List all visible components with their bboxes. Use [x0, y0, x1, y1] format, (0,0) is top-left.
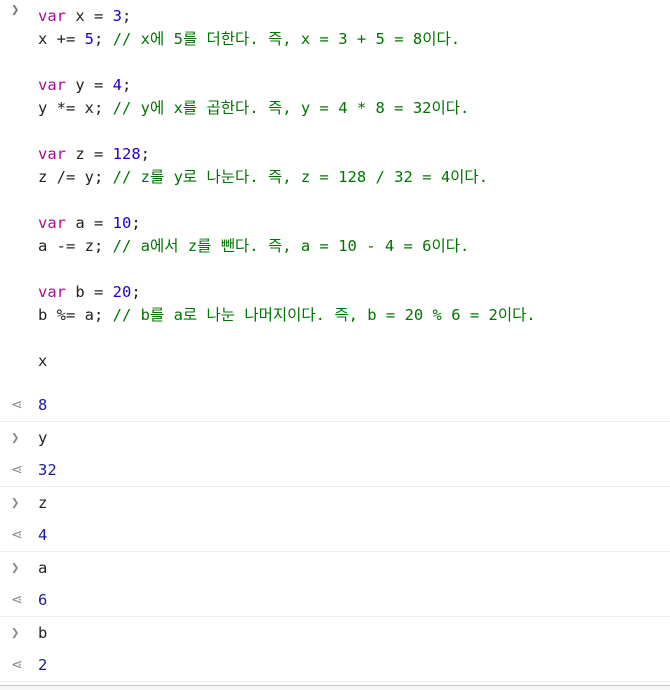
code-token: var [38, 145, 66, 163]
result-value: 2 [38, 656, 48, 674]
code-token: var [38, 214, 66, 232]
input-row: ❯ z [0, 487, 670, 519]
code-line: var a = 10; [0, 212, 670, 235]
code-line: x += 5; // x에 5를 더한다. 즉, x = 3 + 5 = 8이다… [0, 28, 670, 51]
result-row: ⋖ 4 [0, 519, 670, 552]
code-token: 5 [84, 30, 95, 48]
return-arrow-icon: ⋖ [11, 462, 23, 478]
code-token: ; [140, 145, 151, 163]
input-row: ❯ b [0, 617, 670, 649]
return-arrow-icon: ⋖ [11, 657, 23, 673]
chevron-right-icon: ❯ [11, 495, 20, 511]
return-arrow-icon: ⋖ [11, 397, 23, 413]
code-token: // z를 y로 나눈다. 즉, z = 128 / 32 = 4이다. [112, 168, 489, 186]
code-line: b %= a; // b를 a로 나눈 나머지이다. 즉, b = 20 % 6… [0, 304, 670, 327]
input-row: ❯ y [0, 422, 670, 454]
code-line: var b = 20; [0, 281, 670, 304]
code-token: // x에 5를 더한다. 즉, x = 3 + 5 = 8이다. [112, 30, 461, 48]
console-panel: ❯ var x = 3; x += 5; // x에 5를 더한다. 즉, x =… [0, 0, 670, 690]
code-token: // y에 x를 곱한다. 즉, y = 4 * 8 = 32이다. [112, 99, 470, 117]
code-token: a -= z; [38, 237, 113, 255]
chevron-right-icon: ❯ [11, 2, 20, 18]
chevron-right-icon: ❯ [11, 625, 20, 641]
code-token: var [38, 7, 66, 25]
input-text: a [38, 559, 48, 577]
code-token: 10 [112, 214, 132, 232]
code-token: 128 [112, 145, 141, 163]
code-token: x [38, 352, 48, 370]
code-token: z = [66, 145, 113, 163]
result-row: ⋖ 6 [0, 584, 670, 617]
chevron-right-icon: ❯ [11, 560, 20, 576]
code-token: b = [66, 283, 113, 301]
result-value: 8 [38, 396, 48, 414]
code-token: // a에서 z를 뺀다. 즉, a = 10 - 4 = 6이다. [112, 237, 470, 255]
code-line: var z = 128; [0, 143, 670, 166]
return-arrow-icon: ⋖ [11, 527, 23, 543]
chevron-right-icon: ❯ [11, 430, 20, 446]
result-row: ⋖ 8 [0, 389, 670, 422]
code-token: ; [94, 30, 113, 48]
code-line: a -= z; // a에서 z를 뺀다. 즉, a = 10 - 4 = 6이… [0, 235, 670, 258]
result-row: ⋖ 32 [0, 454, 670, 487]
code-token: b %= a; [38, 306, 113, 324]
input-text: y [38, 429, 48, 447]
code-token: ; [122, 7, 132, 25]
result-value: 4 [38, 526, 48, 544]
code-line: z /= y; // z를 y로 나눈다. 즉, z = 128 / 32 = … [0, 166, 670, 189]
code-token: ; [122, 76, 132, 94]
code-token: 20 [112, 283, 132, 301]
console-input-divider[interactable] [0, 685, 670, 690]
input-block: ❯ var x = 3; x += 5; // x에 5를 더한다. 즉, x =… [0, 0, 670, 373]
input-text: z [38, 494, 48, 512]
code-token: 4 [112, 76, 123, 94]
code-token: y = [66, 76, 113, 94]
result-row: ⋖ 2 [0, 649, 670, 682]
code-token: ; [131, 214, 141, 232]
console-history: ⋖ 8 ❯ y ⋖ 32 ❯ z ⋖ 4 ❯ a ⋖ 6 ❯ b ⋖ 2 [0, 389, 670, 682]
code-line: x [0, 350, 670, 373]
code-token: y *= x; [38, 99, 113, 117]
input-row: ❯ a [0, 552, 670, 584]
code-token: // b를 a로 나눈 나머지이다. 즉, b = 20 % 6 = 2이다. [112, 306, 536, 324]
code-token: a = [66, 214, 113, 232]
code-token: 3 [112, 7, 123, 25]
input-text: b [38, 624, 48, 642]
code-token: ; [131, 283, 141, 301]
code-line: var x = 3; [0, 5, 670, 28]
code-token: var [38, 283, 66, 301]
code-line: var y = 4; [0, 74, 670, 97]
code-token: z /= y; [38, 168, 113, 186]
code-token: var [38, 76, 66, 94]
code-token: x += [38, 30, 85, 48]
result-value: 6 [38, 591, 48, 609]
code-token: x = [66, 7, 113, 25]
result-value: 32 [38, 461, 57, 479]
code-line: y *= x; // y에 x를 곱한다. 즉, y = 4 * 8 = 32이… [0, 97, 670, 120]
return-arrow-icon: ⋖ [11, 592, 23, 608]
